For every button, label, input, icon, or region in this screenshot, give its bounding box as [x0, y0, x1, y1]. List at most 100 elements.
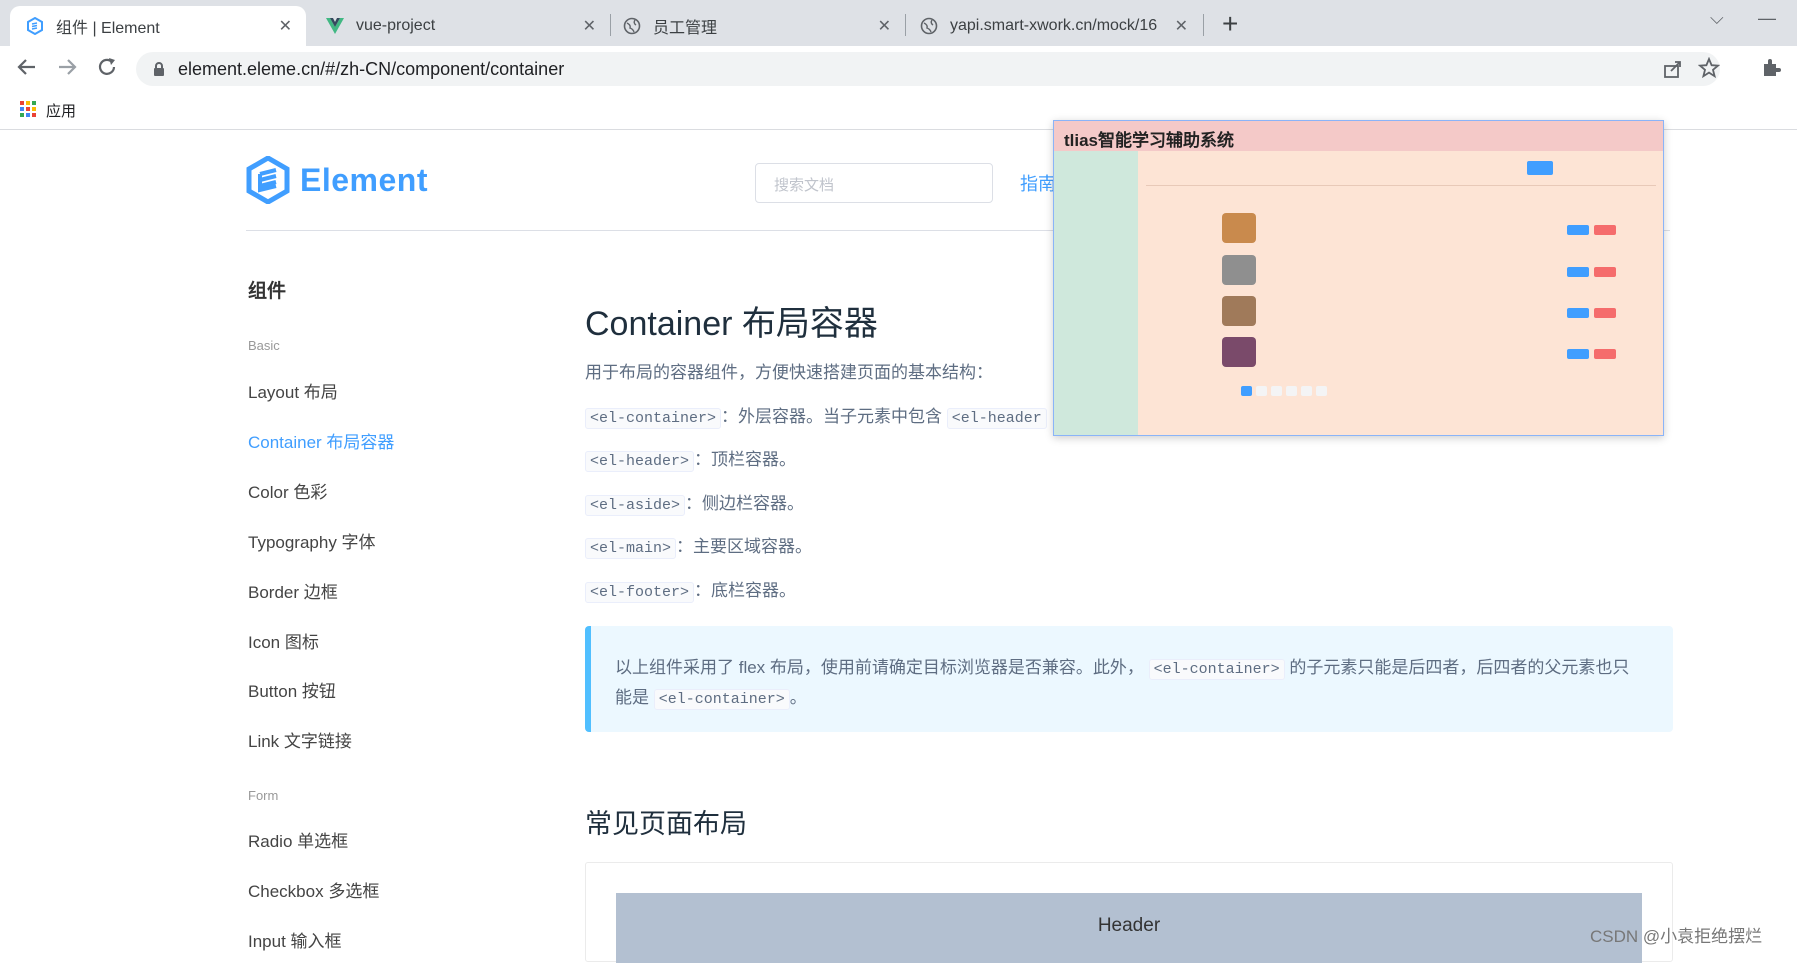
share-icon[interactable] — [1662, 58, 1684, 85]
preview-delete-button[interactable] — [1594, 267, 1616, 277]
star-icon[interactable] — [1697, 56, 1721, 84]
search-docs-input[interactable]: 搜索文档 — [755, 163, 993, 203]
preview-title: tlias智能学习辅助系统 — [1054, 121, 1663, 151]
preview-page-item[interactable] — [1241, 386, 1252, 396]
tip-text: 。 — [789, 688, 807, 707]
url-bar[interactable]: element.eleme.cn/#/zh-CN/component/conta… — [136, 52, 1721, 86]
sidebar-item-typography[interactable]: Typography 字体 — [248, 528, 376, 553]
element-favicon-icon — [26, 17, 44, 35]
preview-edit-button[interactable] — [1567, 267, 1589, 277]
sidebar-item-input[interactable]: Input 输入框 — [248, 927, 342, 952]
preview-table-divider — [1146, 185, 1656, 186]
intro-text: 用于布局的容器组件，方便快速搭建页面的基本结构： — [585, 363, 993, 382]
globe-icon — [623, 17, 641, 35]
code-snippet: <el-header> — [585, 451, 695, 472]
preview-edit-button[interactable] — [1567, 225, 1589, 235]
minimize-icon[interactable]: — — [1758, 8, 1776, 29]
close-icon[interactable]: ✕ — [583, 16, 596, 36]
preview-window[interactable]: tlias智能学习辅助系统 — [1053, 120, 1664, 436]
tab-title: vue-project — [356, 17, 436, 34]
layout-demo-block: Header — [585, 862, 1673, 963]
component-desc: ：主要区域容器。 — [676, 537, 813, 556]
sidebar-group-form: Form — [248, 788, 279, 803]
sidebar-item-link[interactable]: Link 文字链接 — [248, 727, 352, 752]
tab-search-icon[interactable]: ⌵ — [1710, 8, 1724, 29]
nav-guide-link[interactable]: 指南 — [1020, 170, 1056, 196]
preview-delete-button[interactable] — [1594, 308, 1616, 318]
component-line: <el-header> ：顶栏容器。 — [585, 445, 797, 472]
sidebar-item-button[interactable]: Button 按钮 — [248, 677, 336, 702]
tab-yapi[interactable]: yapi.smart-xwork.cn/mock/16 ✕ — [906, 6, 1202, 46]
element-logo[interactable]: Element — [246, 156, 428, 204]
apps-label: 应用 — [46, 103, 77, 120]
tip-text: 以上组件采用了 flex 布局，使用前请确定目标浏览器是否兼容。此外， — [615, 658, 1144, 677]
preview-page-item[interactable] — [1271, 386, 1282, 396]
preview-edit-button[interactable] — [1567, 308, 1589, 318]
tab-employee[interactable]: 员工管理 ✕ — [611, 6, 905, 46]
sidebar-item-icon[interactable]: Icon 图标 — [248, 628, 319, 653]
sidebar-item-checkbox[interactable]: Checkbox 多选框 — [248, 877, 379, 902]
code-snippet: <el-aside> — [585, 495, 686, 516]
back-icon[interactable] — [16, 56, 38, 84]
preview-query-button[interactable] — [1527, 161, 1553, 175]
sidebar-item-radio[interactable]: Radio 单选框 — [248, 827, 348, 852]
sidebar-item-layout[interactable]: Layout 布局 — [248, 378, 338, 403]
close-icon[interactable]: ✕ — [878, 16, 891, 36]
address-bar-row: element.eleme.cn/#/zh-CN/component/conta… — [0, 46, 1797, 90]
avatar — [1222, 255, 1256, 285]
tab-separator — [1203, 14, 1204, 36]
component-line: <el-aside> ：侧边栏容器。 — [585, 489, 804, 516]
tip-block: 以上组件采用了 flex 布局，使用前请确定目标浏览器是否兼容。此外， <el-… — [585, 626, 1673, 732]
page-title: Container 布局容器 — [585, 305, 878, 343]
sidebar-title: 组件 — [248, 281, 287, 302]
avatar — [1222, 213, 1256, 243]
component-desc: ：外层容器。当子元素中包含 — [721, 407, 943, 426]
extensions-icon[interactable] — [1760, 57, 1782, 84]
code-snippet: <el-container> — [585, 408, 722, 429]
tab-title: 员工管理 — [653, 20, 718, 37]
preview-page-item[interactable] — [1301, 386, 1312, 396]
new-tab-button[interactable]: + — [1222, 8, 1238, 40]
component-desc: ：底栏容器。 — [694, 581, 797, 600]
preview-delete-button[interactable] — [1594, 349, 1616, 359]
tab-title: 组件 | Element — [56, 20, 160, 37]
logo-text: Element — [300, 161, 428, 198]
sidebar-item-color[interactable]: Color 色彩 — [248, 478, 327, 503]
tab-title: yapi.smart-xwork.cn/mock/16 — [950, 17, 1158, 34]
code-snippet: <el-container> — [653, 689, 790, 710]
tab-vue-project[interactable]: vue-project ✕ — [306, 6, 610, 46]
browser-tab-bar: 组件 | Element ✕ vue-project ✕ 员工管理 ✕ yapi… — [0, 0, 1797, 46]
code-snippet: <el-header — [946, 408, 1047, 429]
sidebar-group-basic: Basic — [248, 338, 280, 353]
avatar — [1222, 296, 1256, 326]
close-icon[interactable]: ✕ — [279, 16, 292, 36]
tip-text: 能是 — [615, 688, 649, 707]
element-logo-icon — [246, 156, 290, 204]
preview-page-item[interactable] — [1256, 386, 1267, 396]
lock-icon[interactable] — [152, 61, 166, 82]
globe-icon — [920, 17, 938, 35]
component-desc: ：顶栏容器。 — [694, 450, 797, 469]
code-snippet: <el-main> — [585, 538, 677, 559]
tab-element[interactable]: 组件 | Element ✕ — [10, 6, 306, 46]
apps-shortcut[interactable]: 应用 — [20, 100, 76, 121]
apps-grid-icon — [20, 100, 36, 121]
close-icon[interactable]: ✕ — [1175, 16, 1188, 36]
tip-text: 的子元素只能是后四者，后四者的父元素也只 — [1289, 658, 1630, 677]
reload-icon[interactable] — [96, 56, 118, 84]
preview-delete-button[interactable] — [1594, 225, 1616, 235]
component-line: <el-main> ：主要区域容器。 — [585, 532, 813, 559]
sidebar-item-border[interactable]: Border 边框 — [248, 578, 338, 603]
code-snippet: <el-container> — [1148, 659, 1285, 680]
preview-sidebar — [1054, 151, 1138, 435]
sidebar-item-container[interactable]: Container 布局容器 — [248, 428, 394, 453]
watermark: CSDN @小袁拒绝摆烂 — [1590, 927, 1763, 946]
preview-page-item[interactable] — [1286, 386, 1297, 396]
preview-page-item[interactable] — [1316, 386, 1327, 396]
preview-edit-button[interactable] — [1567, 349, 1589, 359]
vue-favicon-icon — [326, 17, 344, 35]
section-title: 常见页面布局 — [585, 809, 747, 839]
url-text[interactable]: element.eleme.cn/#/zh-CN/component/conta… — [178, 59, 564, 80]
demo-header: Header — [616, 893, 1642, 963]
forward-icon[interactable] — [56, 56, 78, 84]
